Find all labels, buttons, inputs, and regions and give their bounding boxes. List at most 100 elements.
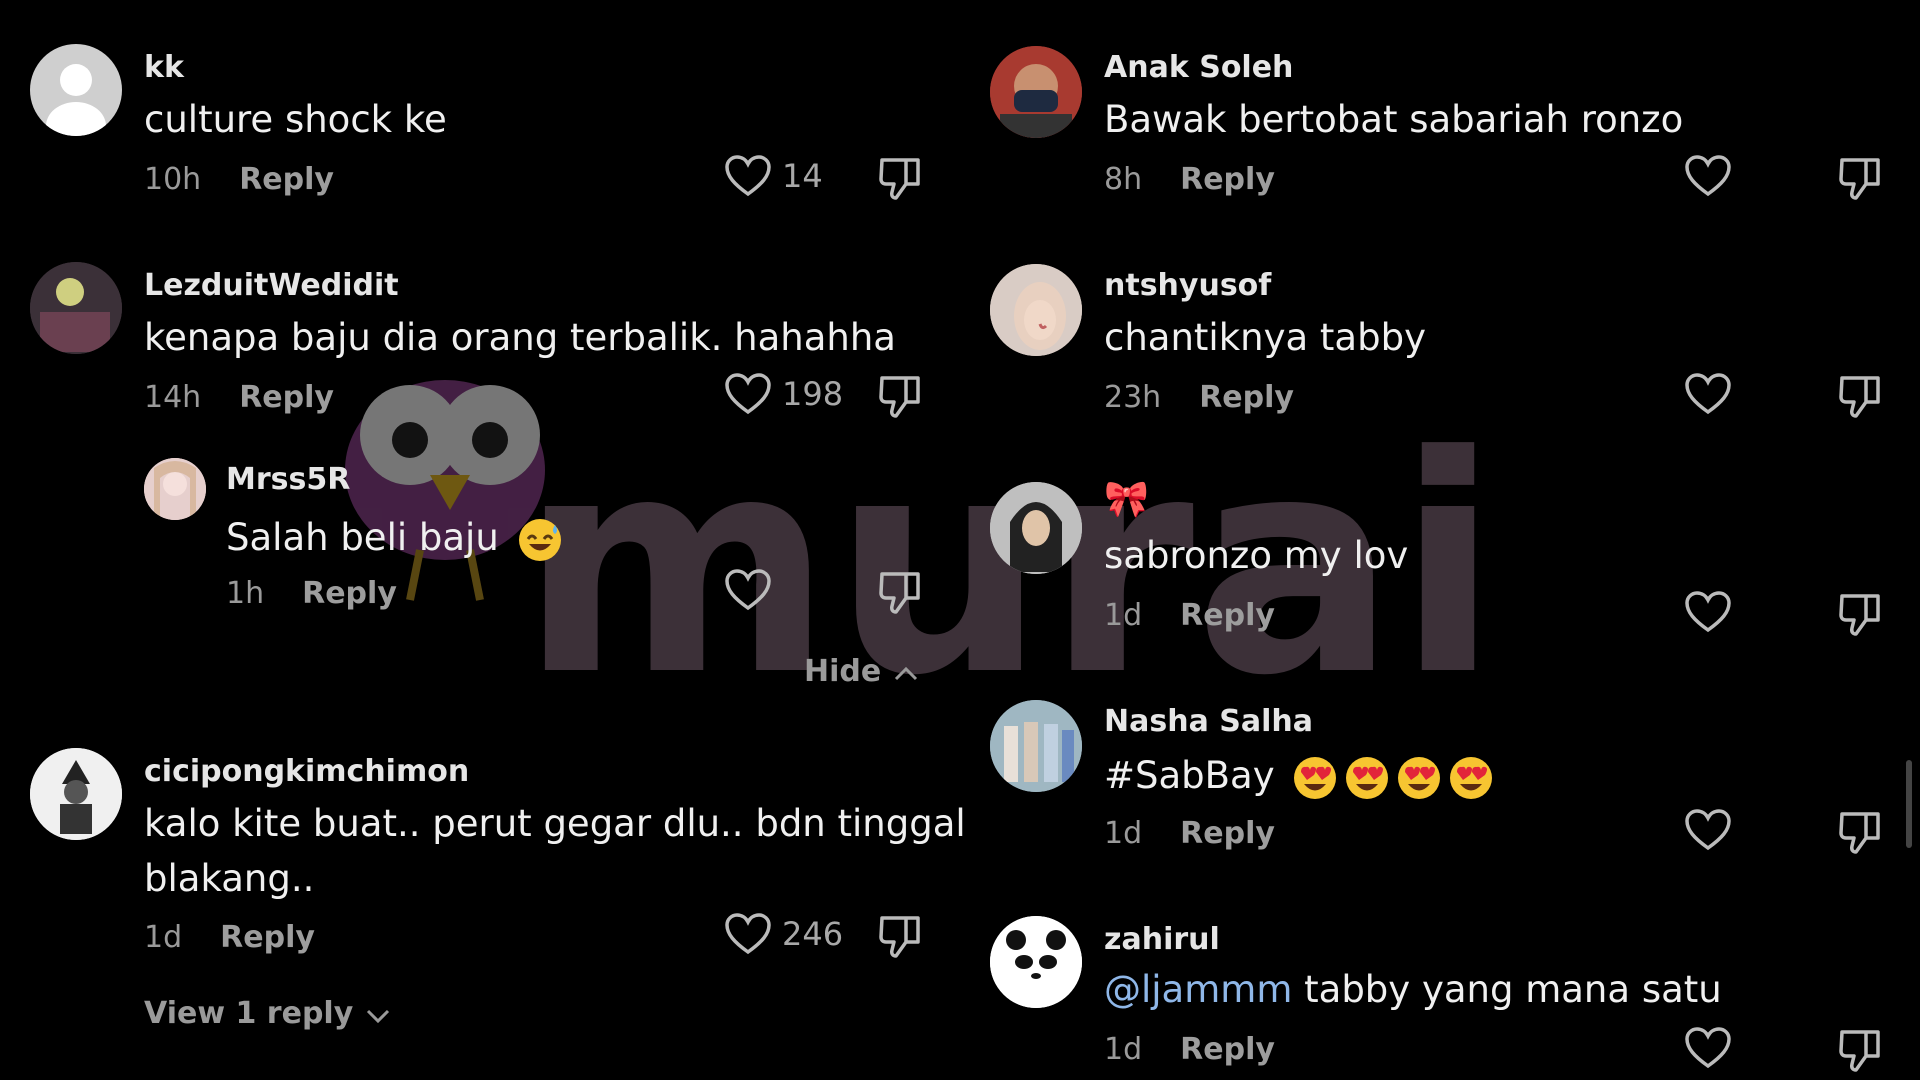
reply-time: 1h (226, 576, 265, 611)
comment-meta: 1d Reply (1104, 1032, 1275, 1067)
comment-username[interactable]: cicipongkimchimon (144, 754, 469, 789)
dislike-icon[interactable] (1836, 372, 1884, 420)
like-count: 246 (782, 915, 844, 953)
hide-label: Hide (804, 654, 882, 689)
like-button[interactable] (1684, 154, 1742, 198)
reply-button[interactable]: Reply (220, 920, 315, 955)
comment-meta: 8h Reply (1104, 162, 1275, 197)
dislike-icon[interactable] (876, 372, 924, 420)
comment-meta: 10h Reply (144, 162, 334, 197)
reply-button[interactable]: Reply (239, 162, 334, 197)
view-replies-label: View 1 reply (144, 996, 354, 1031)
comment-meta: 1d Reply (144, 920, 315, 955)
avatar[interactable] (990, 916, 1082, 1008)
left-comment-column: kk culture shock ke 10h Reply 14 LezduitW… (0, 0, 966, 1080)
comment-text: Bawak bertobat sabariah ronzo (1104, 98, 1684, 141)
heart-icon (725, 913, 771, 955)
comment-text: #SabBay (1104, 754, 1275, 797)
like-button[interactable]: 198 (724, 372, 843, 416)
avatar[interactable] (144, 458, 206, 520)
like-count: 198 (782, 375, 844, 413)
avatar[interactable] (990, 46, 1082, 138)
heart-icon (725, 569, 771, 611)
comment-time: 1d (1104, 1032, 1143, 1067)
heart-icon (1685, 809, 1731, 851)
avatar[interactable] (30, 262, 122, 354)
comment-username[interactable]: zahirul (1104, 922, 1220, 957)
like-button[interactable] (1684, 1026, 1742, 1070)
comment-meta: 1d Reply (1104, 598, 1275, 633)
reply-text-line: Salah beli baju (226, 510, 563, 565)
scrollbar[interactable] (1906, 760, 1912, 848)
hide-replies-button[interactable]: Hide (804, 654, 920, 689)
comment-username[interactable]: Anak Soleh (1104, 50, 1293, 85)
reply-button[interactable]: Reply (302, 576, 397, 611)
comment-time: 14h (144, 380, 202, 415)
comment-text: tabby yang mana satu (1292, 968, 1722, 1011)
reply-button[interactable]: Reply (1180, 598, 1275, 633)
comment-text-line: #SabBay (1104, 748, 1494, 803)
comment-text: kalo kite buat.. perut gegar dlu.. bdn t… (144, 802, 966, 845)
dislike-icon[interactable] (876, 154, 924, 202)
heart-icon (1685, 1027, 1731, 1069)
sweat-smile-emoji-icon (518, 518, 561, 561)
avatar[interactable] (990, 482, 1082, 574)
chevron-up-icon (894, 666, 917, 680)
like-button[interactable]: 246 (724, 912, 843, 956)
like-button[interactable] (724, 568, 782, 612)
like-button[interactable]: 14 (724, 154, 823, 198)
heart-icon (725, 373, 771, 415)
heart-icon (1685, 591, 1731, 633)
avatar[interactable] (990, 700, 1082, 792)
comment-meta: 1d Reply (1104, 816, 1275, 851)
heart-icon (1685, 155, 1731, 197)
reply-button[interactable]: Reply (239, 380, 334, 415)
avatar[interactable] (990, 264, 1082, 356)
reply-username[interactable]: Mrss5R (226, 462, 350, 497)
reply-text: Salah beli baju (226, 516, 499, 559)
dislike-icon[interactable] (1836, 1026, 1884, 1074)
comment-time: 8h (1104, 162, 1143, 197)
comment-time: 1d (1104, 598, 1143, 633)
reply-button[interactable]: Reply (1199, 380, 1294, 415)
reply-button[interactable]: Reply (1180, 1032, 1275, 1067)
right-comment-column: Anak Soleh Bawak bertobat sabariah ronzo… (960, 0, 1920, 1080)
comment-text-continued: blakang.. (144, 857, 315, 900)
like-count: 14 (782, 157, 823, 195)
comment-username[interactable]: 🎀 (1104, 478, 1149, 520)
dislike-icon[interactable] (1836, 808, 1884, 856)
reply-button[interactable]: Reply (1180, 816, 1275, 851)
comment-time: 1d (1104, 816, 1143, 851)
heart-icon (725, 155, 771, 197)
dislike-icon[interactable] (876, 912, 924, 960)
like-button[interactable] (1684, 372, 1742, 416)
comment-username[interactable]: ntshyusof (1104, 268, 1271, 303)
dislike-icon[interactable] (1836, 154, 1884, 202)
comment-username[interactable]: LezduitWedidit (144, 268, 399, 303)
heart-eyes-emoji-icon (1294, 756, 1337, 799)
comment-text: sabronzo my lov (1104, 534, 1409, 577)
comment-text-line: @ljammm tabby yang mana satu (1104, 962, 1722, 1017)
reply-meta: 1h Reply (226, 576, 397, 611)
view-replies-button[interactable]: View 1 reply (144, 996, 392, 1031)
dislike-icon[interactable] (876, 568, 924, 616)
comment-text: culture shock ke (144, 98, 447, 141)
dislike-icon[interactable] (1836, 590, 1884, 638)
avatar[interactable] (30, 44, 122, 136)
avatar[interactable] (30, 748, 122, 840)
comment-time: 10h (144, 162, 202, 197)
chevron-down-icon (366, 1009, 389, 1023)
mention-link[interactable]: @ljammm (1104, 968, 1292, 1011)
reply-button[interactable]: Reply (1180, 162, 1275, 197)
comment-meta: 14h Reply (144, 380, 334, 415)
heart-icon (1685, 373, 1731, 415)
comment-username[interactable]: kk (144, 50, 184, 85)
like-button[interactable] (1684, 590, 1742, 634)
comment-username[interactable]: Nasha Salha (1104, 704, 1313, 739)
comment-time: 23h (1104, 380, 1162, 415)
comment-time: 1d (144, 920, 183, 955)
comment-text: chantiknya tabby (1104, 316, 1426, 359)
heart-eyes-emoji-icon (1398, 756, 1441, 799)
like-button[interactable] (1684, 808, 1742, 852)
heart-eyes-emoji-icon (1450, 756, 1493, 799)
